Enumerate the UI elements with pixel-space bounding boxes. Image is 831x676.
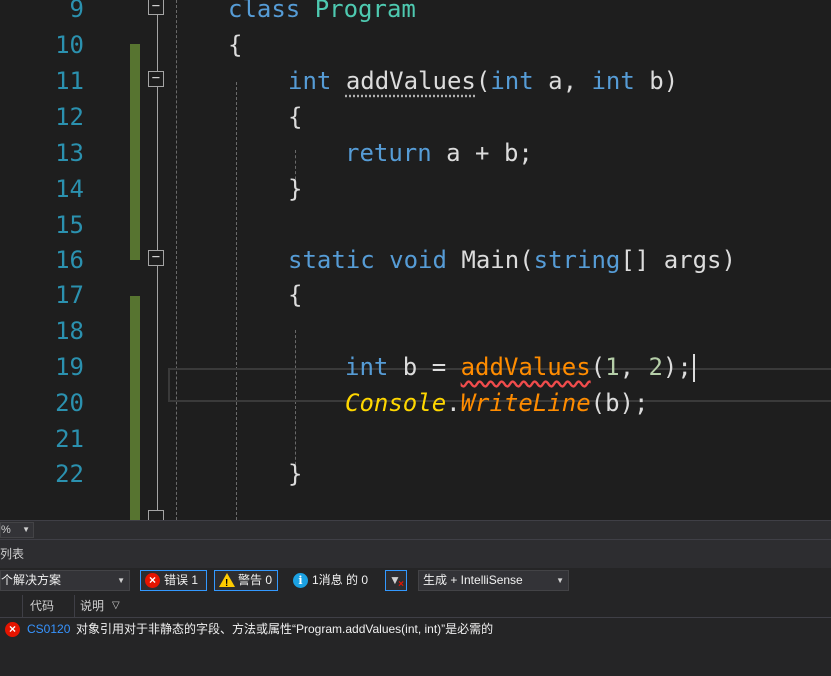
error-icon: ×	[5, 622, 20, 637]
line-number: 18	[55, 317, 84, 345]
error-list-panel: 列表 个解决方案 ▼ × 错误 1 警告 0 i 1消息 的 0 ▼ × 生成 …	[0, 539, 831, 676]
code-text: }	[288, 175, 303, 203]
code-editor[interactable]: 9 − class Program 10 { 11 − int addValue…	[0, 0, 831, 520]
column-header-code[interactable]: 代码	[30, 595, 54, 617]
collapse-icon[interactable]	[148, 510, 164, 520]
code-line: 18	[0, 313, 831, 349]
column-header-description[interactable]: 说明	[80, 595, 104, 617]
messages-filter-button[interactable]: i 1消息 的 0	[288, 570, 378, 591]
line-number: 22	[55, 460, 84, 488]
code-text: {	[228, 31, 243, 59]
code-text: int b = addValues(1, 2);	[345, 349, 695, 385]
code-line: 11 − int addValues(int a, int b)	[0, 63, 831, 99]
line-number: 15	[55, 211, 84, 239]
error-squiggle: addValues	[460, 353, 591, 381]
code-line: 9 − class Program	[0, 0, 831, 27]
filter-chevron-icon[interactable]: ▽	[112, 595, 120, 617]
collapse-icon[interactable]: −	[148, 250, 164, 266]
error-list-toolbar: 个解决方案 ▼ × 错误 1 警告 0 i 1消息 的 0 ▼ × 生成 + I…	[0, 569, 831, 593]
editor-status-strip: % ▼	[0, 520, 831, 539]
column-divider[interactable]	[74, 595, 75, 617]
text-caret	[692, 354, 695, 382]
clear-filter-button[interactable]: ▼ ×	[385, 570, 407, 591]
source-dropdown[interactable]: 生成 + IntelliSense ▼	[418, 570, 569, 591]
line-number: 11	[55, 67, 84, 95]
code-line: 17 {	[0, 277, 831, 313]
error-code-link[interactable]: CS0120	[27, 618, 70, 640]
dropdown-arrow-icon: ▼	[556, 576, 564, 585]
collapse-icon[interactable]: −	[148, 71, 164, 87]
collapse-icon[interactable]: −	[148, 0, 164, 15]
code-text: Console.WriteLine(b);	[345, 389, 649, 417]
line-number: 14	[55, 175, 84, 203]
code-text: static void Main(string[] args)	[288, 246, 736, 274]
error-description: 对象引用对于非静态的字段、方法或属性“Program.addValues(int…	[76, 622, 494, 636]
code-line: 20 Console.WriteLine(b);	[0, 385, 831, 421]
code-line	[0, 500, 831, 520]
warnings-filter-button[interactable]: 警告 0	[214, 570, 278, 593]
error-icon: ×	[145, 573, 160, 588]
code-line: 13 return a + b;	[0, 135, 831, 171]
code-line: 14 }	[0, 171, 831, 207]
code-text: {	[288, 103, 303, 131]
clear-x-icon: ×	[398, 579, 404, 590]
line-number: 17	[55, 281, 84, 309]
code-line: 16 − static void Main(string[] args)	[0, 242, 831, 278]
info-icon: i	[293, 573, 308, 588]
dropdown-arrow-icon: ▼	[22, 525, 30, 534]
column-divider[interactable]	[22, 595, 23, 617]
error-row[interactable]: × CS0120 对象引用对于非静态的字段、方法或属性“Program.addV…	[0, 618, 831, 640]
scope-dropdown[interactable]: 个解决方案 ▼	[0, 570, 130, 591]
line-number: 13	[55, 139, 84, 167]
line-number: 16	[55, 246, 84, 274]
line-number: 21	[55, 425, 84, 453]
line-number: 10	[55, 31, 84, 59]
zoom-dropdown[interactable]: % ▼	[0, 522, 34, 538]
code-text: int addValues(int a, int b)	[288, 67, 679, 95]
line-number: 20	[55, 389, 84, 417]
code-line: 21	[0, 421, 831, 457]
code-line: 10 {	[0, 27, 831, 63]
dropdown-arrow-icon: ▼	[117, 576, 125, 585]
line-number: 9	[69, 0, 84, 23]
panel-title: 列表	[0, 547, 25, 561]
line-number: 12	[55, 103, 84, 131]
code-text: class Program	[228, 0, 416, 23]
warning-icon	[219, 573, 235, 593]
panel-title-bar: 列表	[0, 539, 831, 568]
code-text: return a + b;	[345, 139, 533, 167]
code-text: {	[288, 281, 303, 309]
code-text: }	[288, 460, 303, 488]
error-list-header: 代码 说明 ▽	[0, 595, 831, 618]
errors-filter-button[interactable]: × 错误 1	[140, 570, 207, 591]
code-line: 12 {	[0, 99, 831, 135]
code-line: int b = addValues(1, 2);	[0, 349, 831, 385]
code-line: 22 }	[0, 456, 831, 492]
code-line: 15	[0, 207, 831, 243]
